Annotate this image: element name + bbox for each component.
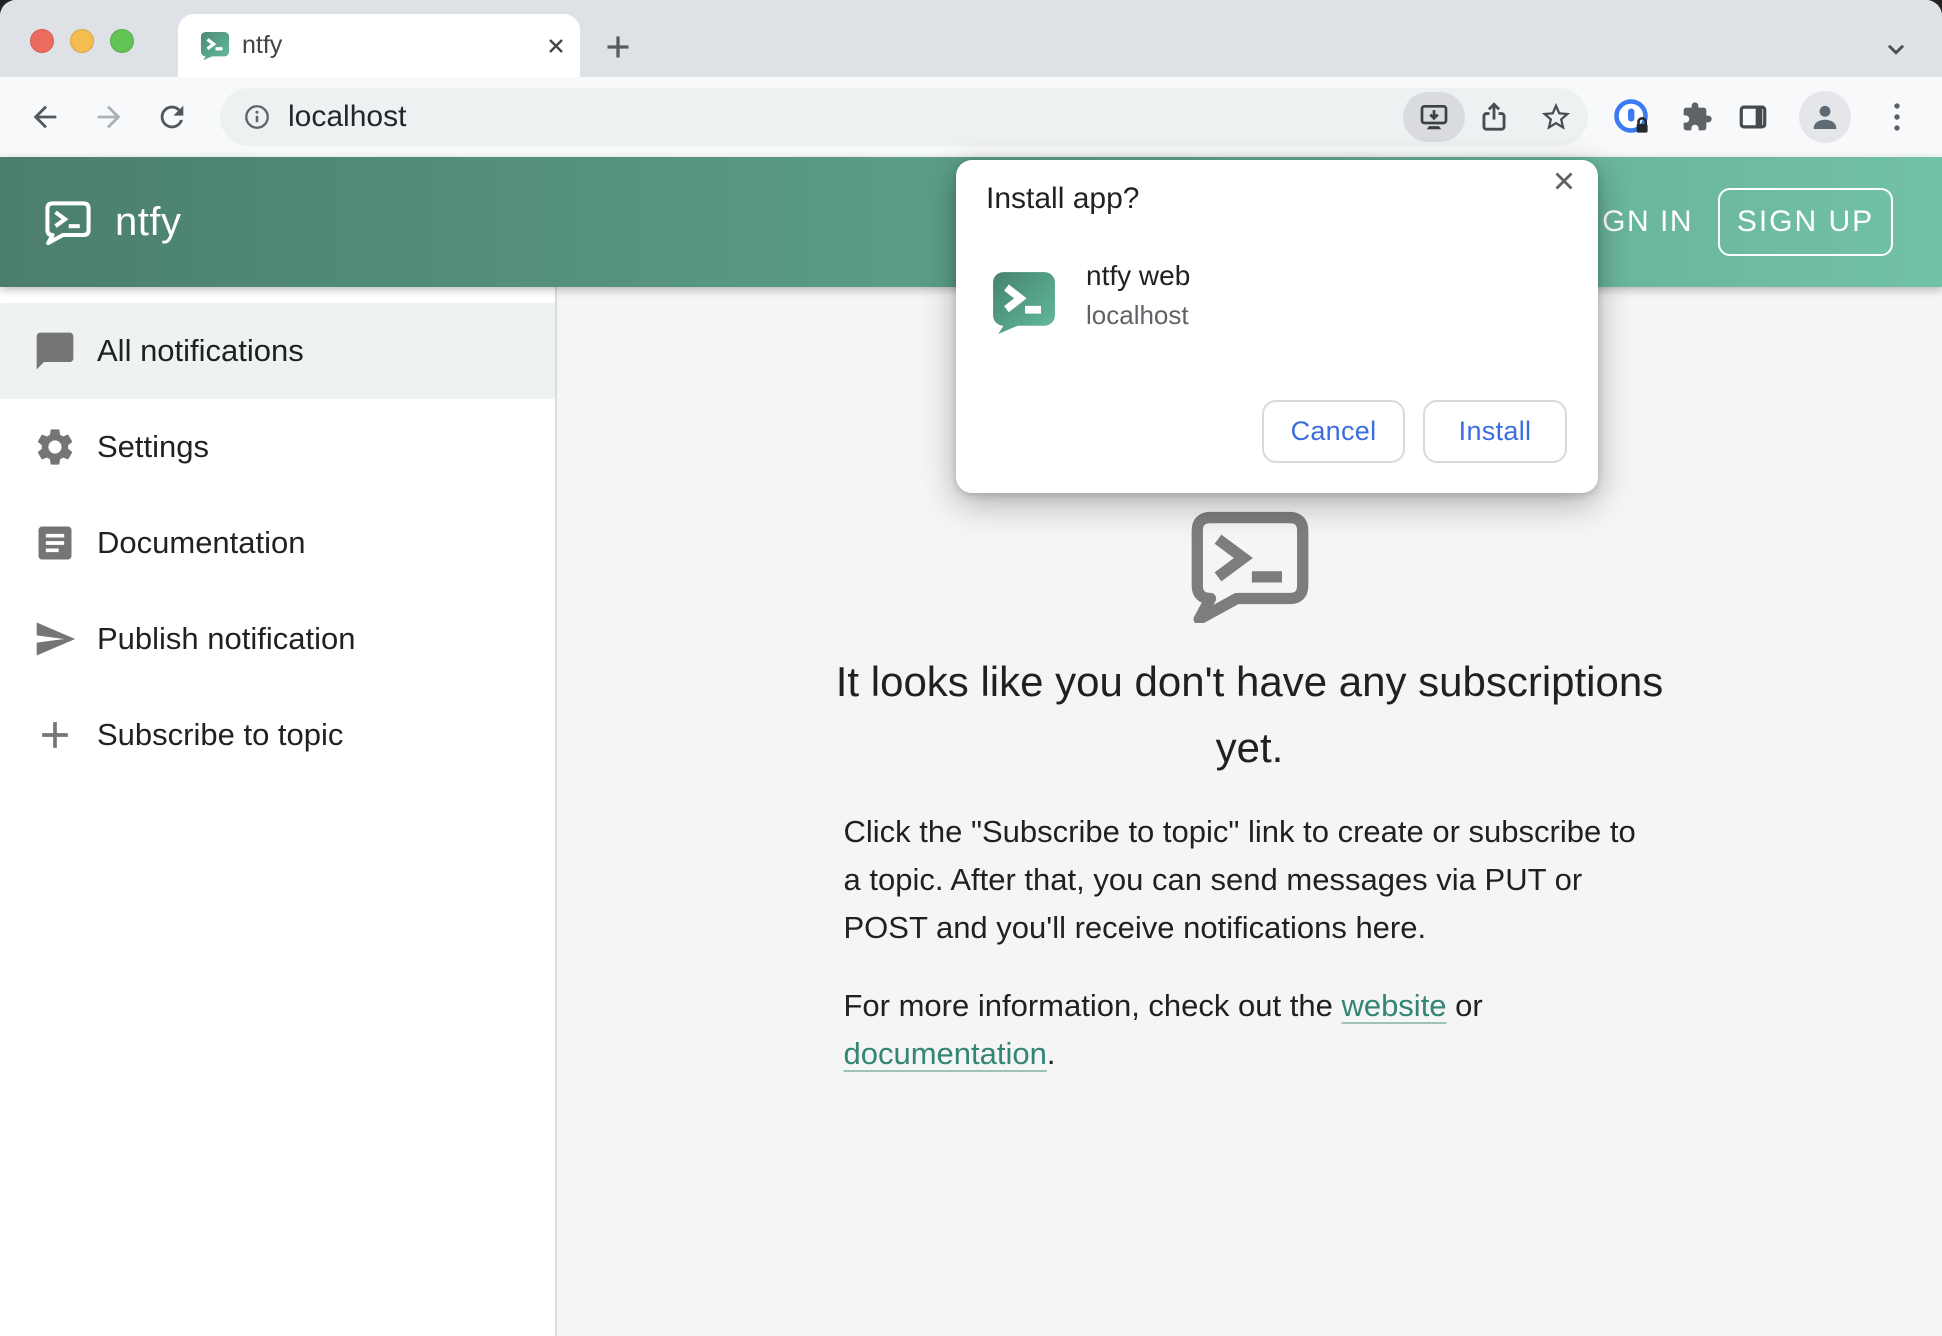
site-info-icon[interactable]	[243, 103, 271, 131]
more-info-middle: or	[1447, 988, 1483, 1023]
dialog-app-origin: localhost	[1086, 300, 1189, 331]
sidebar-item-publish-notification[interactable]: Publish notification	[0, 591, 555, 687]
plus-icon	[33, 713, 77, 757]
sidebar-item-documentation[interactable]: Documentation	[0, 495, 555, 591]
install-app-dialog: Install app? ntfy web localhost Cancel I…	[956, 160, 1598, 493]
install-app-button[interactable]	[1403, 92, 1465, 142]
website-link[interactable]: website	[1341, 988, 1446, 1023]
documentation-link[interactable]: documentation	[844, 1036, 1047, 1071]
dialog-app-name: ntfy web	[1086, 260, 1190, 292]
tab-strip: ntfy	[0, 0, 1942, 77]
browser-tab[interactable]: ntfy	[178, 14, 580, 77]
extensions-puzzle-icon[interactable]	[1681, 101, 1713, 133]
more-info-prefix: For more information, check out the	[844, 988, 1342, 1023]
more-info-suffix: .	[1047, 1036, 1056, 1071]
more-info-text: For more information, check out the webs…	[844, 982, 1656, 1078]
sidebar-item-all-notifications[interactable]: All notifications	[0, 303, 555, 399]
profile-avatar-icon[interactable]	[1799, 91, 1851, 143]
onepassword-extension-icon[interactable]	[1612, 97, 1652, 137]
url-bar[interactable]: localhost	[220, 88, 1588, 146]
browser-toolbar: localhost	[0, 77, 1942, 157]
bookmark-star-icon[interactable]	[1539, 100, 1573, 134]
ntfy-empty-state-icon	[1186, 510, 1314, 623]
menu-dots-icon[interactable]	[1889, 101, 1909, 133]
url-text[interactable]: localhost	[288, 88, 406, 146]
window-minimize-button[interactable]	[70, 29, 94, 53]
sidebar-item-subscribe-to-topic[interactable]: Subscribe to topic	[0, 687, 555, 783]
dialog-close-icon[interactable]	[1549, 166, 1579, 196]
app-brand: ntfy	[115, 200, 181, 245]
window-zoom-button[interactable]	[110, 29, 134, 53]
share-icon[interactable]	[1477, 100, 1511, 134]
browser-window: ntfy localhost	[0, 0, 1942, 1336]
reload-icon[interactable]	[155, 100, 189, 134]
forward-icon	[92, 100, 126, 134]
sidebar: All notifications Settings Documentation…	[0, 287, 557, 1336]
empty-state-body: Click the "Subscribe to topic" link to c…	[844, 808, 1656, 952]
empty-state-title: It looks like you don't have any subscri…	[830, 649, 1670, 781]
sidebar-item-settings[interactable]: Settings	[0, 399, 555, 495]
gear-icon	[33, 425, 77, 469]
sidebar-item-label: Documentation	[97, 525, 306, 561]
sidebar-item-label: Subscribe to topic	[97, 717, 343, 753]
install-button[interactable]: Install	[1423, 400, 1567, 463]
sidebar-item-label: Settings	[97, 429, 209, 465]
cancel-button[interactable]: Cancel	[1262, 400, 1405, 463]
window-close-button[interactable]	[30, 29, 54, 53]
chat-bubble-icon	[33, 329, 77, 373]
ntfy-logo-icon	[43, 200, 93, 245]
ntfy-app-icon	[991, 270, 1057, 336]
new-tab-button[interactable]	[600, 29, 636, 65]
back-icon[interactable]	[28, 100, 62, 134]
sidebar-item-label: All notifications	[97, 333, 304, 369]
side-panel-icon[interactable]	[1737, 101, 1769, 133]
ntfy-favicon-icon	[200, 31, 230, 61]
chevron-down-icon[interactable]	[1883, 36, 1909, 62]
tab-close-icon[interactable]	[544, 34, 568, 58]
dialog-title: Install app?	[986, 182, 1139, 216]
send-icon	[33, 617, 77, 661]
sidebar-item-label: Publish notification	[97, 621, 356, 657]
install-app-icon	[1418, 101, 1450, 133]
sign-up-button[interactable]: SIGN UP	[1718, 188, 1893, 256]
article-icon	[33, 521, 77, 565]
tab-title: ntfy	[242, 14, 282, 77]
